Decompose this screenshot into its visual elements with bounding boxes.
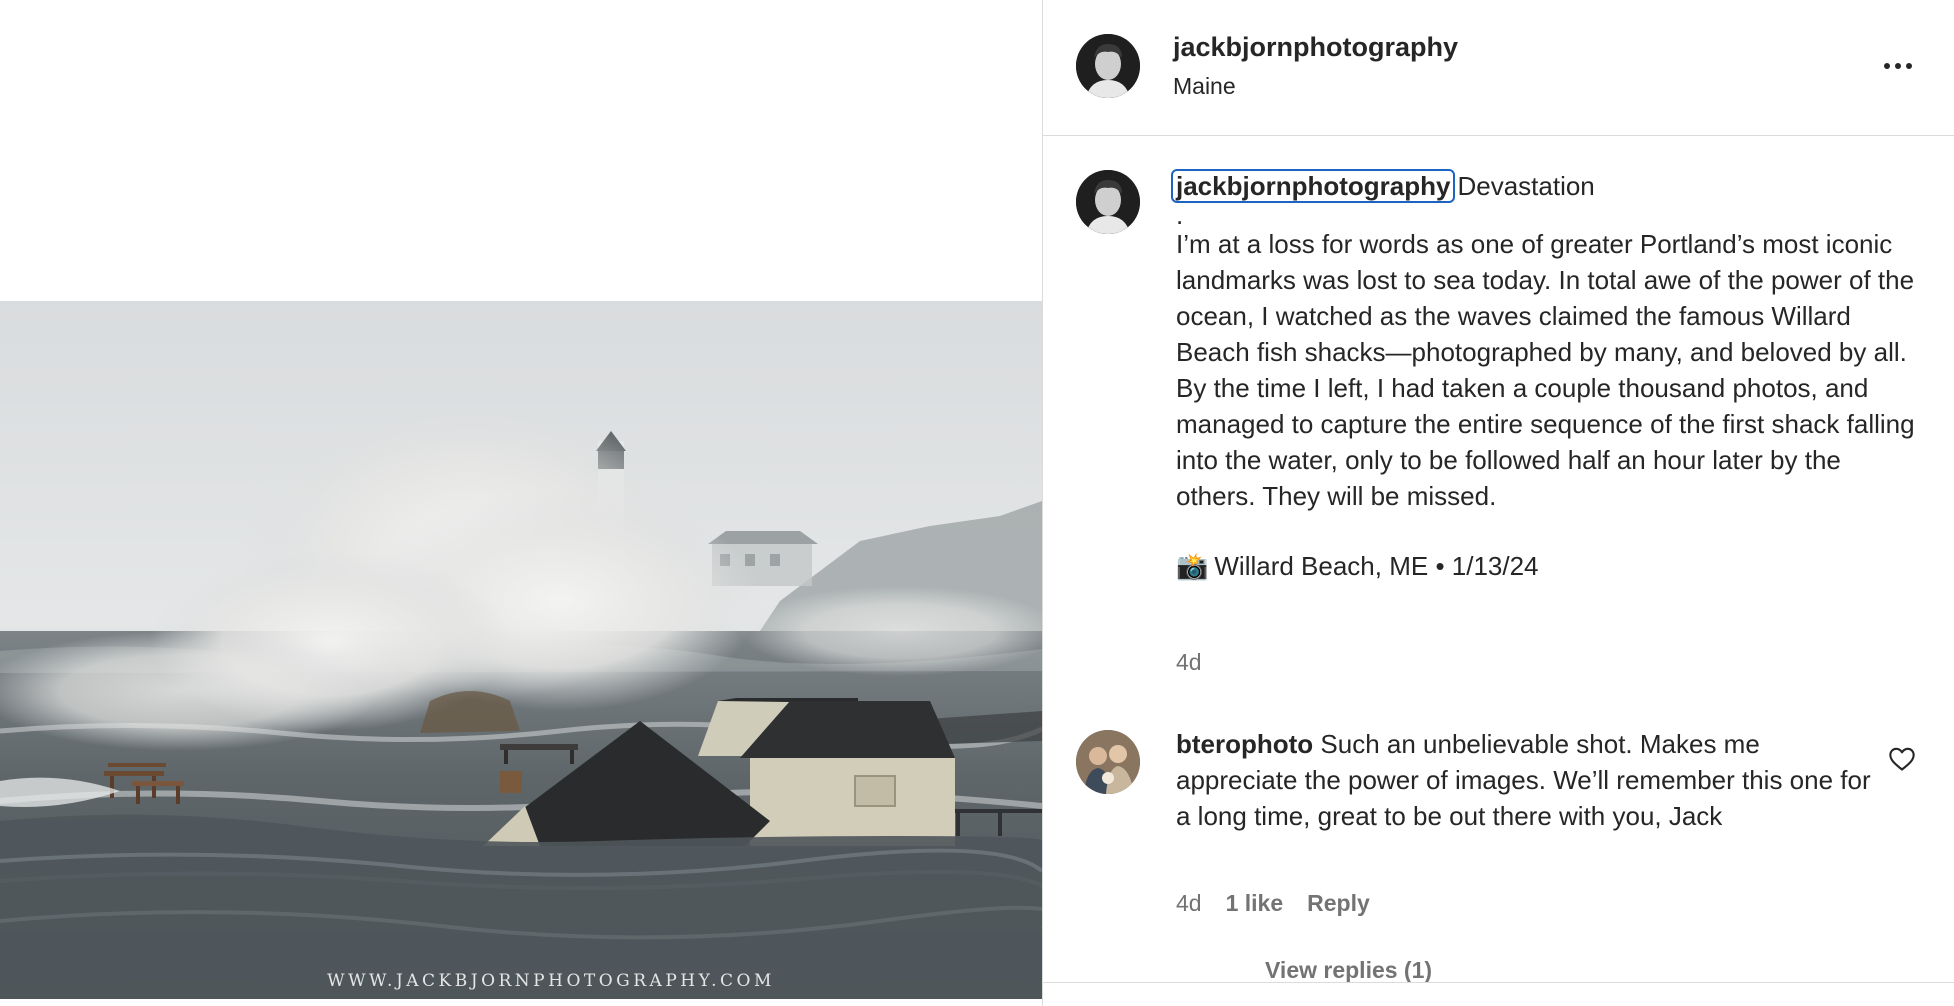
commenter-avatar[interactable] (1076, 730, 1140, 794)
view-replies-label: View replies (1) (1265, 957, 1433, 983)
caption-body: I’m at a loss for words as one of greate… (1176, 229, 1915, 511)
storm-lighthouse-photo (0, 301, 1042, 999)
caption-username-link[interactable]: jackbjornphotography (1171, 169, 1456, 203)
view-replies-button[interactable]: View replies (1) (1265, 957, 1432, 984)
more-dot (1906, 63, 1912, 69)
like-comment-button[interactable] (1888, 746, 1916, 772)
post-side-panel: jackbjornphotography Maine jackbjornphot… (1042, 0, 1954, 1006)
post-photo[interactable]: WWW.JACKBJORNPHOTOGRAPHY.COM (0, 301, 1042, 999)
more-dot (1895, 63, 1901, 69)
caption-meta: 📸 Willard Beach, ME • 1/13/24 (1176, 548, 1916, 584)
post-location[interactable]: Maine (1173, 73, 1236, 100)
commenter-photo-icon (1076, 730, 1140, 794)
post-header: jackbjornphotography Maine (1043, 0, 1954, 136)
photo-watermark: WWW.JACKBJORNPHOTOGRAPHY.COM (327, 971, 775, 991)
caption-location-date: Willard Beach, ME • 1/13/24 (1214, 551, 1539, 581)
author-portrait-icon (1076, 170, 1140, 234)
media-pane: WWW.JACKBJORNPHOTOGRAPHY.COM (0, 0, 1042, 1006)
camera-flash-icon: 📸 (1176, 551, 1209, 581)
author-username[interactable]: jackbjornphotography (1173, 32, 1458, 63)
author-avatar[interactable] (1076, 34, 1140, 98)
commenter-username[interactable]: bterophoto (1176, 729, 1313, 759)
caption-title: Devastation (1457, 171, 1595, 201)
heart-outline-icon (1889, 747, 1915, 771)
caption-author-avatar[interactable] (1076, 170, 1140, 234)
author-portrait-icon (1076, 34, 1140, 98)
caption-text: jackbjornphotography Devastation . I’m at… (1171, 168, 1916, 584)
more-horizontal-icon (1884, 63, 1890, 69)
comment-actions: 4d 1 like Reply (1176, 890, 1370, 917)
reply-button[interactable]: Reply (1307, 890, 1370, 917)
comment-text: bterophoto Such an unbelievable shot. Ma… (1176, 726, 1876, 834)
more-options-button[interactable] (1878, 46, 1918, 86)
panel-bottom-divider (1043, 982, 1954, 1006)
caption-dot: . (1176, 200, 1184, 230)
comment-likes-count[interactable]: 1 like (1226, 890, 1284, 917)
comment-time-ago[interactable]: 4d (1176, 890, 1202, 917)
caption-time-ago[interactable]: 4d (1176, 649, 1202, 676)
